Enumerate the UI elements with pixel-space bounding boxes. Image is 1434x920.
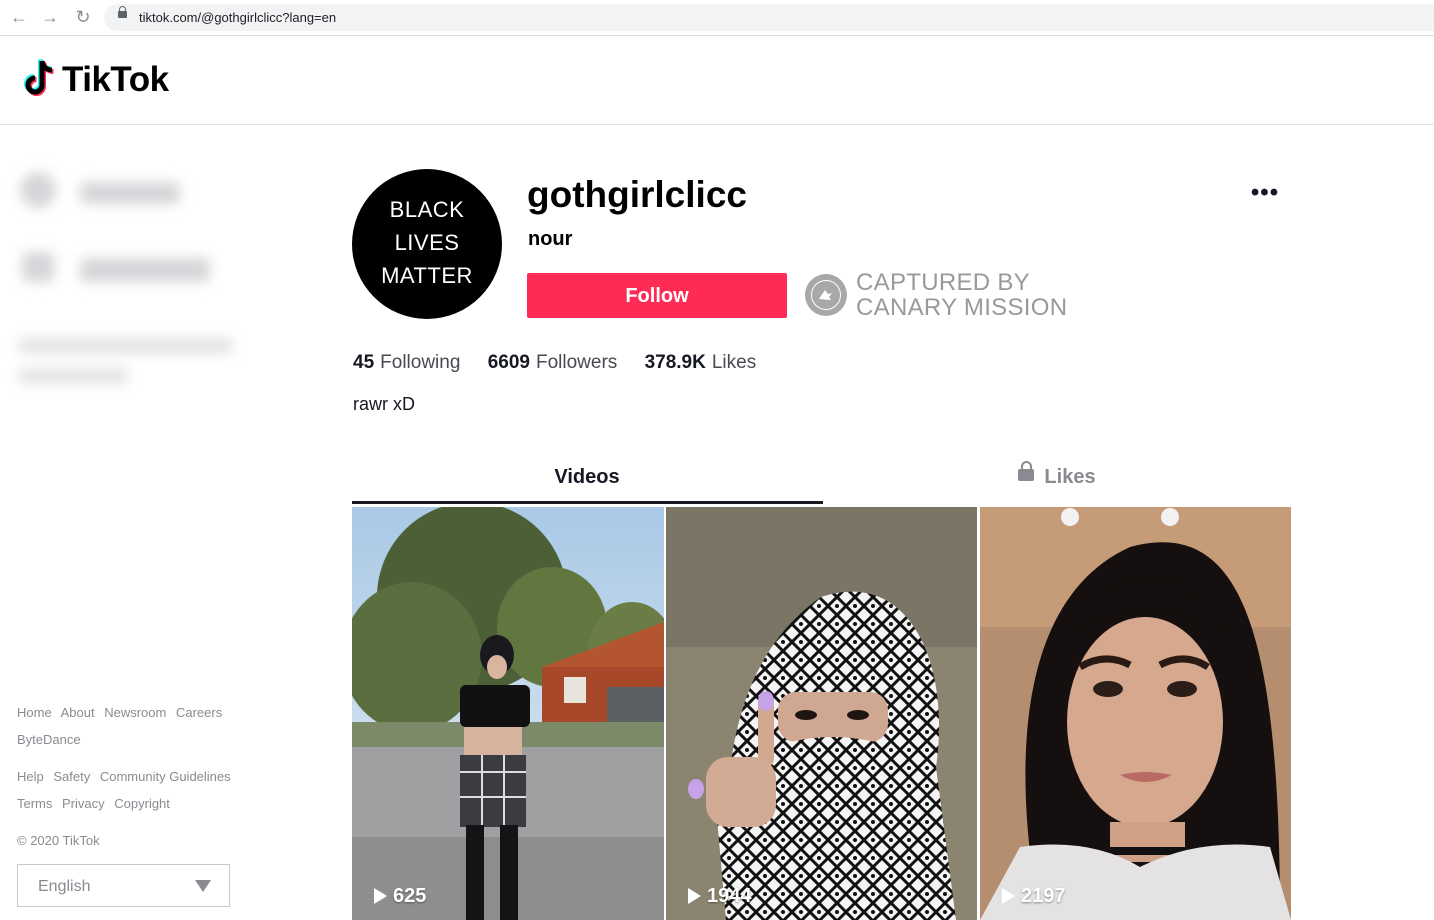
profile-nickname: nour [528, 228, 573, 250]
more-options-icon[interactable]: ••• [1248, 181, 1282, 208]
tab-likes[interactable]: Likes [822, 460, 1292, 489]
play-count-text: 1944 [707, 885, 752, 907]
profile-stats: 45 Following 6609 Followers 378.9K Likes [353, 352, 778, 374]
avatar-line-1: BLACK [389, 197, 465, 222]
tab-videos-label: Videos [554, 466, 620, 488]
stat-likes: 378.9K Likes [645, 352, 757, 374]
footer-links-row-3: Help Safety Community Guidelines [17, 769, 237, 784]
footer-link-about[interactable]: About [61, 705, 95, 720]
footer-link-copyright[interactable]: Copyright [114, 796, 170, 811]
tab-likes-label: Likes [1044, 466, 1096, 488]
canary-mission-logo-icon [805, 274, 847, 316]
blurred-following-icon [22, 252, 54, 282]
blurred-login-text-2 [18, 368, 128, 384]
site-header: TikTok [0, 36, 1434, 125]
follow-button[interactable]: Follow [527, 273, 787, 318]
stat-followers[interactable]: 6609 Followers [488, 352, 618, 374]
copyright-text: © 2020 TikTok [17, 833, 100, 848]
tiktok-logo-icon[interactable] [22, 58, 58, 98]
profile-username: gothgirlclicc [527, 174, 747, 215]
lock-icon [118, 6, 127, 18]
tab-videos[interactable]: Videos [352, 466, 822, 489]
address-bar[interactable]: tiktok.com/@gothgirlclicc?lang=en [104, 4, 1434, 31]
video-thumbnail-2[interactable]: 1944 [666, 507, 977, 920]
footer-link-careers[interactable]: Careers [176, 705, 222, 720]
play-icon [688, 888, 701, 904]
blurred-home-icon [20, 172, 56, 208]
active-tab-indicator [352, 501, 823, 504]
forward-arrow-icon[interactable]: → [39, 6, 61, 28]
footer-link-home[interactable]: Home [17, 705, 52, 720]
blurred-login-text [18, 338, 233, 354]
video-plays-1: 625 [374, 885, 426, 908]
blurred-following-label [80, 258, 210, 282]
reload-icon[interactable]: ↻ [72, 6, 94, 28]
bird-icon [819, 290, 832, 300]
avatar-line-2: LIVES [394, 230, 460, 255]
play-icon [1002, 888, 1015, 904]
footer-link-bytedance[interactable]: ByteDance [17, 732, 81, 747]
footer-link-newsroom[interactable]: Newsroom [104, 705, 166, 720]
watermark-line-2: CANARY MISSION [856, 294, 1068, 321]
footer-link-privacy[interactable]: Privacy [62, 796, 105, 811]
play-count-text: 2197 [1021, 885, 1066, 907]
blurred-for-you-label [80, 182, 180, 204]
video-thumbnail-1[interactable]: 625 [352, 507, 664, 920]
stat-likes-value: 378.9K [644, 352, 706, 373]
video-thumbnail-3[interactable]: 2197 [980, 507, 1291, 920]
browser-toolbar: ← → ↻ tiktok.com/@gothgirlclicc?lang=en [0, 0, 1434, 36]
video-plays-3: 2197 [1002, 885, 1066, 908]
footer-links-row-4: Terms Privacy Copyright [17, 796, 176, 811]
video-plays-2: 1944 [688, 885, 752, 908]
language-select[interactable]: English [17, 864, 230, 907]
language-value: English [38, 878, 91, 895]
stat-followers-value: 6609 [487, 352, 530, 373]
back-arrow-icon[interactable]: ← [8, 6, 30, 28]
stat-likes-label: Likes [711, 352, 757, 373]
play-count-text: 625 [393, 885, 427, 907]
lock-icon [1018, 460, 1035, 481]
profile-bio: rawr xD [353, 394, 415, 414]
play-icon [374, 888, 387, 904]
avatar-text: BLACK LIVES MATTER [352, 193, 502, 292]
footer-link-community-guidelines[interactable]: Community Guidelines [100, 769, 231, 784]
video-thumbnail-image-3 [980, 507, 1291, 920]
stat-followers-label: Followers [535, 352, 618, 373]
caret-down-icon [195, 880, 211, 892]
footer-link-safety[interactable]: Safety [53, 769, 90, 784]
video-thumbnail-image-2 [666, 507, 977, 920]
stat-following-label: Following [380, 352, 461, 373]
footer-link-help[interactable]: Help [17, 769, 44, 784]
avatar: BLACK LIVES MATTER [352, 169, 502, 319]
captured-watermark: CAPTURED BY CANARY MISSION [856, 270, 1067, 320]
stat-following[interactable]: 45 Following [353, 352, 460, 374]
footer-link-terms[interactable]: Terms [17, 796, 52, 811]
url-text: tiktok.com/@gothgirlclicc?lang=en [139, 10, 337, 25]
avatar-line-3: MATTER [381, 263, 473, 288]
video-thumbnail-image-1 [352, 507, 664, 920]
stat-following-value: 45 [353, 352, 375, 373]
footer-links-row-1: Home About Newsroom Careers [17, 705, 228, 720]
canary-logo-ring [811, 280, 841, 310]
watermark-line-1: CAPTURED BY [856, 269, 1030, 296]
footer-links-row-2: ByteDance [17, 732, 87, 747]
tiktok-logo-text[interactable]: TikTok [62, 60, 169, 100]
